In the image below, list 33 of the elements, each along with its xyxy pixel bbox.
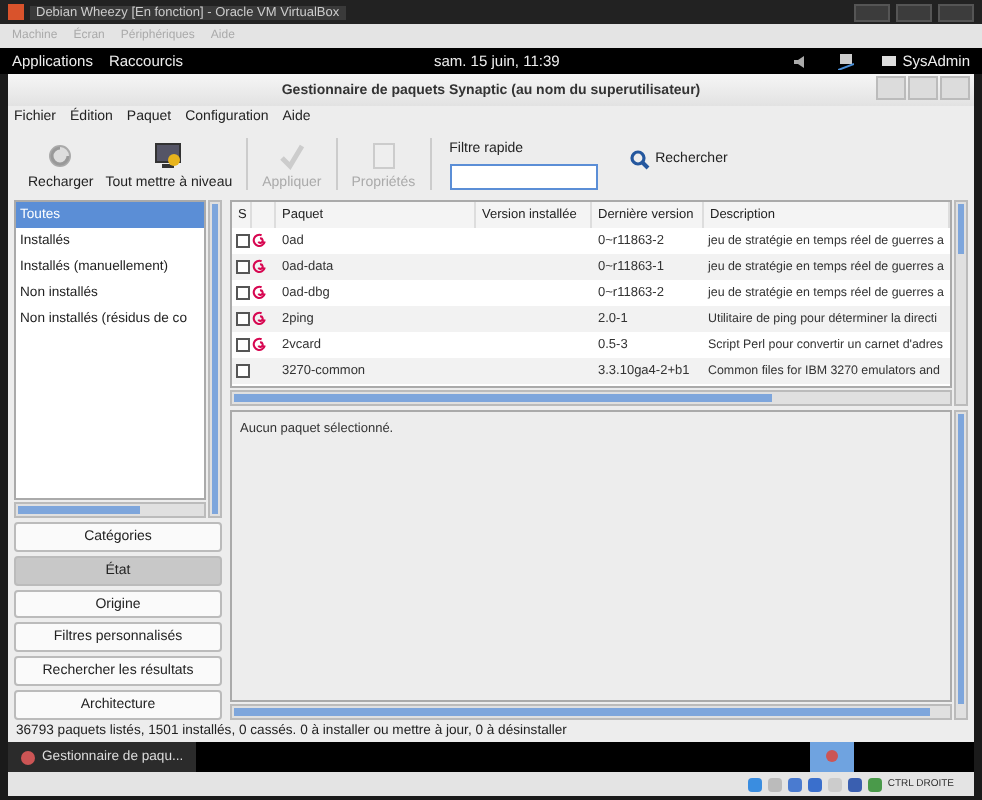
chat-icon[interactable] <box>882 55 897 67</box>
checkbox[interactable] <box>236 364 250 378</box>
monitor-icon <box>154 142 183 170</box>
swirl-icon <box>252 283 268 299</box>
document-icon <box>371 142 396 170</box>
scrollbar[interactable] <box>230 390 952 406</box>
checkmark-icon <box>277 142 306 170</box>
reload-icon <box>46 142 75 170</box>
app-icon <box>20 749 36 765</box>
network-icon[interactable] <box>838 53 855 69</box>
quick-filter-field[interactable] <box>449 164 598 190</box>
checkbox[interactable] <box>236 260 250 274</box>
maximize-button[interactable] <box>896 3 932 21</box>
minimize-button[interactable] <box>876 76 906 100</box>
app-icon <box>8 4 24 20</box>
checkbox[interactable] <box>236 286 250 300</box>
close-button[interactable] <box>938 3 974 21</box>
swirl-icon <box>252 231 268 247</box>
scrollbar[interactable] <box>208 200 222 518</box>
search-icon <box>629 149 650 169</box>
swirl-icon <box>252 335 268 351</box>
checkbox[interactable] <box>236 312 250 326</box>
swirl-icon <box>252 309 268 325</box>
checkbox[interactable] <box>236 234 250 248</box>
minimize-button[interactable] <box>854 3 890 21</box>
checkbox[interactable] <box>236 338 250 352</box>
maximize-button[interactable] <box>908 76 938 100</box>
close-button[interactable] <box>940 76 970 100</box>
scrollbar[interactable] <box>230 704 952 720</box>
scrollbar[interactable] <box>954 410 968 720</box>
swirl-icon <box>252 257 268 273</box>
scrollbar[interactable] <box>14 502 206 518</box>
scrollbar[interactable] <box>954 200 968 406</box>
